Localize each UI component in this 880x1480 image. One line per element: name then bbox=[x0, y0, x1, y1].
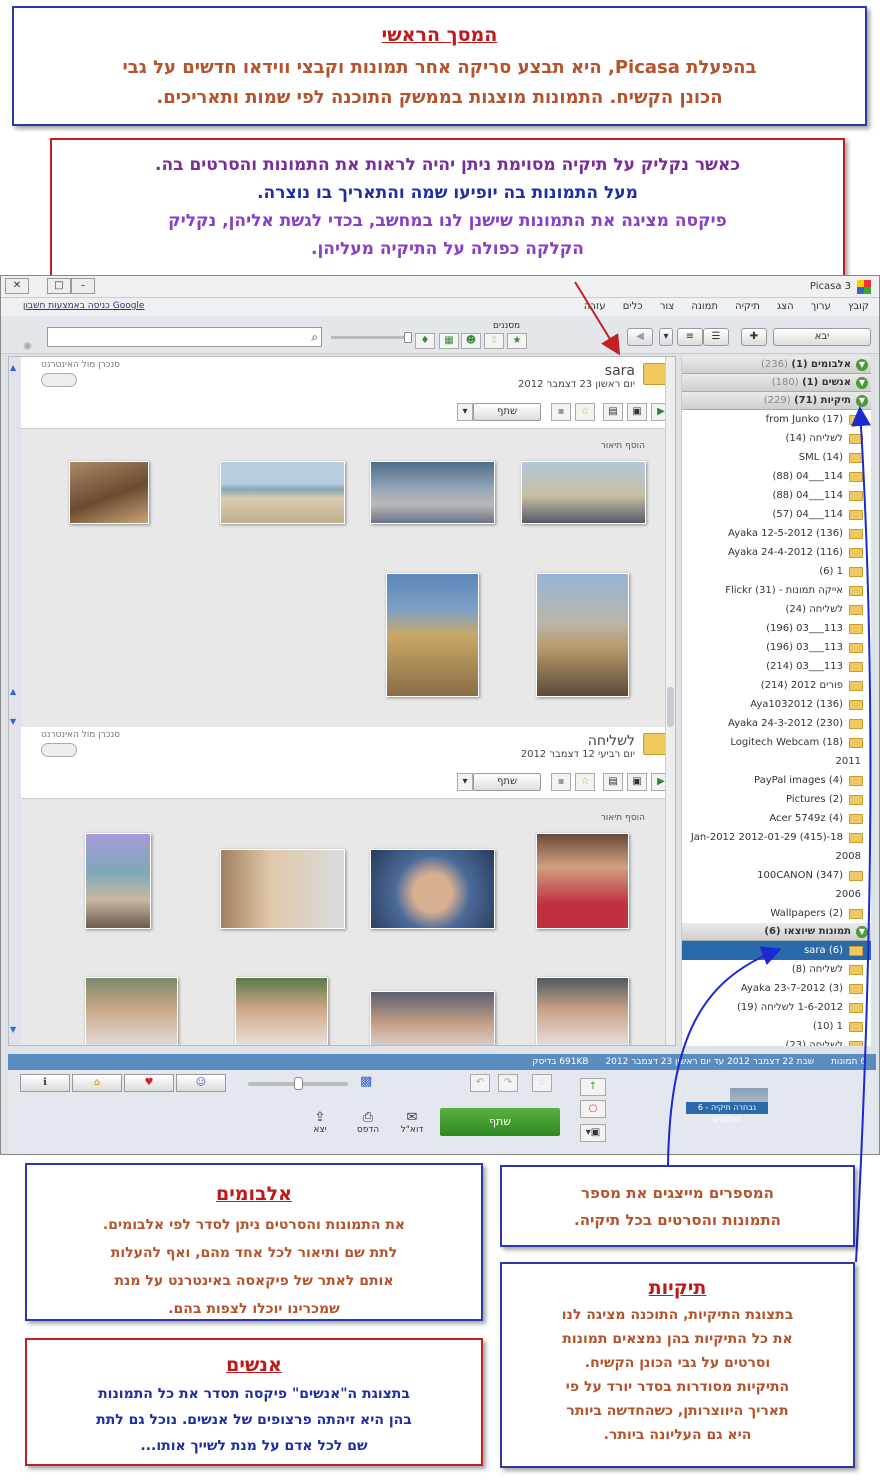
callout-line: בתצוגת התיקיות, התוכנה מציגה לנו bbox=[561, 1307, 794, 1323]
callout-title: אנשים bbox=[226, 1354, 282, 1376]
arrow-to-folders bbox=[851, 406, 872, 1263]
callout-line: אותם לאתר של פיקאסה באינטרנט על מנת bbox=[114, 1273, 394, 1289]
callout-title: תיקיות bbox=[648, 1277, 707, 1299]
callout-line: בתצוגת ה"אנשים" פיקסה תסדר את כל התמונות bbox=[98, 1386, 410, 1402]
callout-line: התמונות והסרטים בכל תיקיה. bbox=[574, 1211, 781, 1229]
callout-line: את התמונות והסרטים ניתן לסדר לפי אלבומים… bbox=[102, 1217, 406, 1233]
callout-line: בהן היא זיהתה פרצופים של אנשים. נוכל גם … bbox=[96, 1412, 412, 1428]
callout-line: התיקיות מסודרות בסדר יורד על פי bbox=[565, 1379, 790, 1395]
callout-title: אלבומים bbox=[215, 1183, 292, 1205]
callout-line: שמכרינו יוכלו לצפות בהם. bbox=[168, 1301, 340, 1317]
callout-folders: תיקיות בתצוגת התיקיות, התוכנה מציגה לנו … bbox=[500, 1262, 855, 1468]
callout-line: את כל התיקיות בהן נמצאים תמונות bbox=[562, 1331, 793, 1347]
callout-numbers: המספרים מייצגים את מספר התמונות והסרטים … bbox=[500, 1165, 855, 1247]
arrow-to-counts bbox=[667, 946, 782, 1166]
callout-line: שם לכל אדם על מנת לשייך אותו... bbox=[140, 1438, 368, 1454]
callout-people: אנשים בתצוגת ה"אנשים" פיקסה תסדר את כל ה… bbox=[25, 1338, 483, 1466]
callout-line: תאריך היווצרותן, כשהחדשה ביותר bbox=[566, 1403, 789, 1419]
callout-line: היא גם העליונה ביותר. bbox=[603, 1427, 752, 1443]
callout-line: וסרטים על גבי הכונן הקשיח. bbox=[584, 1355, 771, 1371]
callout-line: המספרים מייצגים את מספר bbox=[581, 1184, 774, 1202]
arrow-to-folder bbox=[574, 281, 621, 356]
callout-albums: אלבומים את התמונות והסרטים ניתן לסדר לפי… bbox=[25, 1163, 483, 1321]
callout-line: לתת שם ותיאור לכל אחד מהם, ואף להעלות bbox=[110, 1245, 398, 1261]
